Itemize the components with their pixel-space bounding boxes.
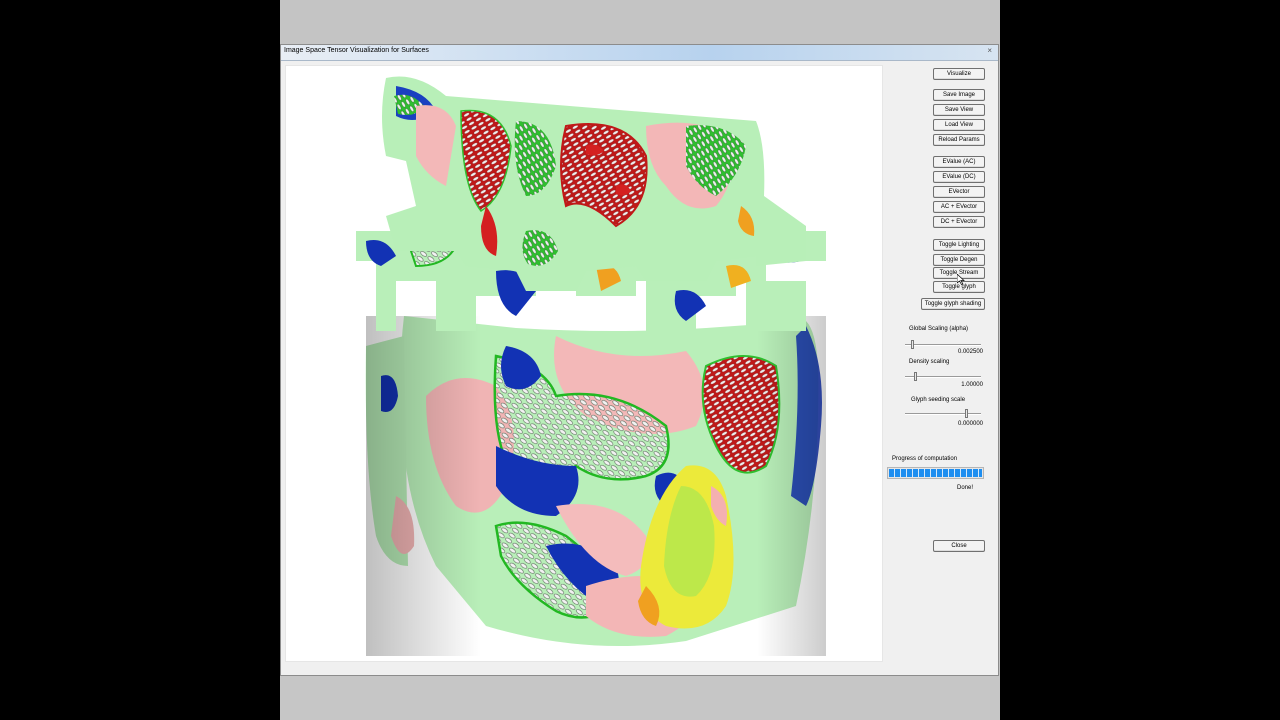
progress-status: Done!: [957, 485, 974, 491]
density-scaling-label: Density scaling: [909, 359, 950, 365]
bottom-strip: [280, 676, 1000, 720]
toggle-lighting-button[interactable]: Toggle Lighting: [933, 239, 985, 251]
glyph-seeding-slider[interactable]: [964, 409, 968, 418]
global-scaling-label: Global Scaling (alpha): [909, 326, 969, 332]
dc-evector-button[interactable]: DC + EVector: [933, 216, 985, 228]
window-title: Image Space Tensor Visualization for Sur…: [284, 47, 429, 54]
load-view-button[interactable]: Load View: [933, 119, 985, 131]
mouse-cursor-icon: [957, 274, 965, 285]
app-window: Image Space Tensor Visualization for Sur…: [280, 44, 999, 676]
window-close-icon[interactable]: ×: [987, 46, 992, 56]
save-view-button[interactable]: Save View: [933, 104, 985, 116]
progress-fill: [889, 469, 982, 477]
progress-label: Progress of computation: [892, 456, 958, 462]
glyph-seeding-label: Glyph seeding scale: [911, 397, 966, 403]
model-lower-body: [365, 316, 826, 656]
glyph-seeding-track: [905, 413, 981, 415]
density-scaling-slider[interactable]: [913, 372, 917, 381]
save-image-button[interactable]: Save Image: [933, 89, 985, 101]
tensor-surface-render: [356, 76, 826, 656]
computation-progress-bar: [887, 467, 984, 479]
desktop-screen: Image Space Tensor Visualization for Sur…: [280, 0, 1000, 720]
evalue-dc-button[interactable]: EValue (DC): [933, 171, 985, 183]
render-viewport[interactable]: [285, 65, 883, 662]
toggle-degen-button[interactable]: Toggle Degen: [933, 254, 985, 266]
ac-evector-button[interactable]: AC + EVector: [933, 201, 985, 213]
density-scaling-value: 1.00000: [961, 382, 983, 388]
evector-button[interactable]: EVector: [933, 186, 985, 198]
close-button[interactable]: Close: [933, 540, 985, 552]
reload-params-button[interactable]: Reload Params: [933, 134, 985, 146]
evalue-ac-button[interactable]: EValue (AC): [933, 156, 985, 168]
global-scaling-track: [905, 344, 981, 346]
glyph-seeding-value: 0.000000: [957, 421, 983, 427]
global-scaling-value: 0.002500: [957, 349, 983, 355]
visualize-button[interactable]: Visualize: [933, 68, 985, 80]
toggle-glyph-shading-button[interactable]: Toggle glyph shading: [921, 298, 985, 310]
title-bar[interactable]: Image Space Tensor Visualization for Sur…: [281, 45, 998, 61]
global-scaling-slider[interactable]: [910, 340, 914, 349]
